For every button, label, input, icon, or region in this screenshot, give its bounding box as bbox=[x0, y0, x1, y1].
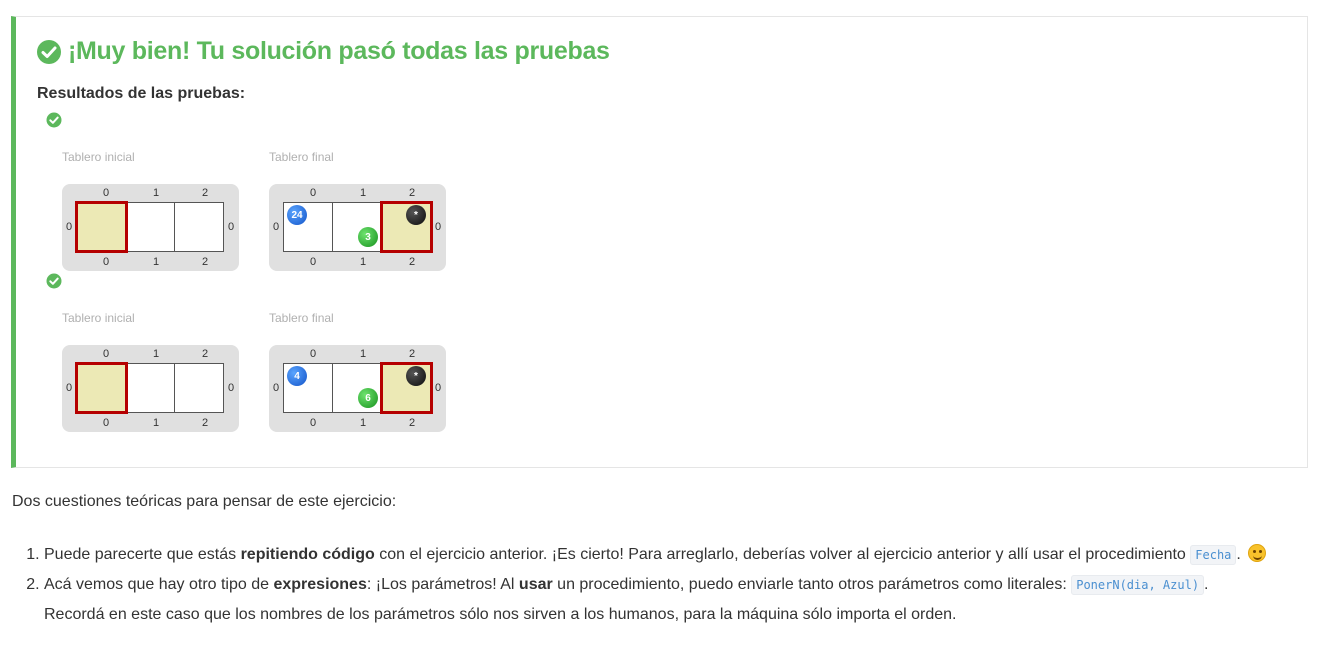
board-cell bbox=[175, 203, 224, 251]
column-number-top: 1 bbox=[152, 187, 160, 199]
q1-bold: repitiendo código bbox=[240, 546, 375, 563]
intro-text: Dos cuestiones teóricas para pensar de e… bbox=[12, 493, 397, 510]
q1-text-start: Puede parecerte que estás bbox=[44, 546, 241, 563]
column-number-top: 1 bbox=[359, 187, 367, 199]
black-ball-counter: * bbox=[406, 366, 426, 386]
q2-text-1: Acá vemos que hay otro tipo de bbox=[44, 576, 274, 593]
row-number-left: 0 bbox=[272, 221, 280, 233]
column-number-top: 1 bbox=[359, 348, 367, 360]
board-cell bbox=[126, 203, 175, 251]
column-number-top: 2 bbox=[408, 348, 416, 360]
q2-bold-2: usar bbox=[518, 576, 553, 593]
board-cell-head bbox=[75, 201, 128, 253]
list-item: Puede parecerte que estás repitiendo cód… bbox=[44, 540, 1312, 570]
column-number-bottom: 1 bbox=[359, 417, 367, 429]
board-grid bbox=[75, 362, 224, 414]
column-number-bottom: 0 bbox=[309, 417, 317, 429]
check-circle-icon bbox=[46, 273, 62, 289]
column-number-bottom: 1 bbox=[359, 256, 367, 268]
final-board-label: Tablero final bbox=[269, 311, 334, 325]
column-number-bottom: 1 bbox=[152, 417, 160, 429]
test-results-panel: ¡Muy bien! Tu solución pasó todas las pr… bbox=[11, 16, 1308, 468]
column-number-bottom: 2 bbox=[201, 256, 209, 268]
row-number-left: 0 bbox=[272, 382, 280, 394]
column-number-bottom: 2 bbox=[408, 256, 416, 268]
board-cell-head bbox=[75, 362, 128, 414]
column-number-top: 1 bbox=[152, 348, 160, 360]
q1-text-end: . bbox=[1236, 546, 1246, 563]
green-ball-counter: 6 bbox=[358, 388, 378, 408]
green-ball-counter: 3 bbox=[358, 227, 378, 247]
column-number-top: 2 bbox=[201, 348, 209, 360]
black-ball-counter: * bbox=[406, 205, 426, 225]
column-number-bottom: 1 bbox=[152, 256, 160, 268]
final-board-label: Tablero final bbox=[269, 150, 334, 164]
check-circle-icon bbox=[46, 112, 62, 128]
row-number-left: 0 bbox=[65, 382, 73, 394]
blue-ball-counter: 4 bbox=[287, 366, 307, 386]
column-number-bottom: 0 bbox=[102, 417, 110, 429]
board-cell bbox=[175, 364, 224, 412]
check-circle-icon bbox=[37, 39, 61, 64]
board-grid bbox=[75, 201, 224, 253]
column-number-top: 2 bbox=[201, 187, 209, 199]
list-item: Acá vemos que hay otro tipo de expresion… bbox=[44, 570, 1312, 630]
row-number-right: 0 bbox=[434, 382, 442, 394]
column-number-bottom: 2 bbox=[201, 417, 209, 429]
smiling-face-icon bbox=[1248, 544, 1267, 562]
blue-ball-counter: 24 bbox=[287, 205, 307, 225]
row-number-right: 0 bbox=[434, 221, 442, 233]
column-number-top: 0 bbox=[309, 187, 317, 199]
row-number-right: 0 bbox=[227, 382, 235, 394]
q2-text-2: : ¡Los parámetros! Al bbox=[366, 576, 519, 593]
row-number-right: 0 bbox=[227, 221, 235, 233]
column-number-top: 0 bbox=[102, 187, 110, 199]
board-grid: 4 6 * bbox=[283, 362, 433, 414]
q2-text-line2: Recordá en este caso que los nombres de … bbox=[44, 606, 957, 623]
row-number-left: 0 bbox=[65, 221, 73, 233]
results-subtitle: Resultados de las pruebas: bbox=[37, 85, 246, 102]
initial-board-label: Tablero inicial bbox=[62, 311, 135, 325]
q2-bold-1: expresiones bbox=[273, 576, 367, 593]
q2-code: PonerN(dia, Azul) bbox=[1071, 575, 1205, 595]
column-number-top: 2 bbox=[408, 187, 416, 199]
board: 0 0 1 1 2 2 0 0 bbox=[62, 345, 239, 432]
column-number-top: 0 bbox=[309, 348, 317, 360]
result-title: ¡Muy bien! Tu solución pasó todas las pr… bbox=[36, 37, 610, 66]
column-number-bottom: 0 bbox=[102, 256, 110, 268]
q1-code: Fecha bbox=[1190, 545, 1237, 565]
board: 0 0 1 1 2 2 0 0 24 3 * bbox=[269, 184, 446, 271]
result-title-text: ¡Muy bien! Tu solución pasó todas las pr… bbox=[68, 37, 610, 65]
q1-text-middle: con el ejercicio anterior. ¡Es cierto! P… bbox=[374, 546, 1191, 563]
column-number-top: 0 bbox=[102, 348, 110, 360]
questions-list: Puede parecerte que estás repitiendo cód… bbox=[12, 540, 1312, 630]
column-number-bottom: 0 bbox=[309, 256, 317, 268]
q2-text-3: un procedimiento, puedo enviarle tanto o… bbox=[552, 576, 1072, 593]
board-grid: 24 3 * bbox=[283, 201, 433, 253]
board: 0 0 1 1 2 2 0 0 4 6 * bbox=[269, 345, 446, 432]
board: 0 0 1 1 2 2 0 0 bbox=[62, 184, 239, 271]
initial-board-label: Tablero inicial bbox=[62, 150, 135, 164]
column-number-bottom: 2 bbox=[408, 417, 416, 429]
q2-text-4: . bbox=[1204, 576, 1209, 593]
board-cell bbox=[126, 364, 175, 412]
